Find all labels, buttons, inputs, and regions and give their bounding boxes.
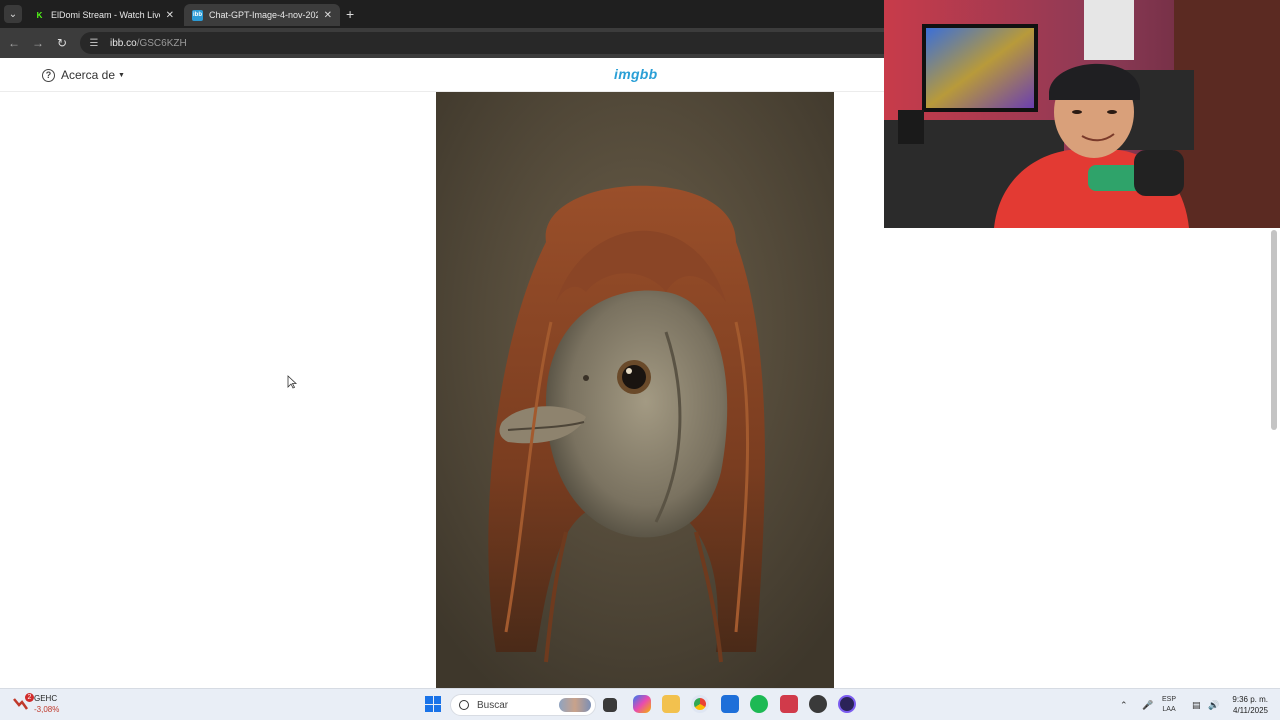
search-icon xyxy=(459,700,469,710)
lang-primary: ESP xyxy=(1162,696,1177,703)
tab-title: Chat-GPT-Image-4-nov-2025-0 xyxy=(209,10,318,20)
network-icon[interactable]: ▤ xyxy=(1192,689,1201,720)
task-view-icon[interactable] xyxy=(603,698,617,712)
forward-icon[interactable]: → xyxy=(29,34,47,52)
webcam-video xyxy=(884,0,1280,228)
store-icon[interactable] xyxy=(721,695,739,713)
windows-start-icon[interactable] xyxy=(425,696,441,712)
stock-change: -3,08% xyxy=(34,705,60,714)
reload-icon[interactable]: ↻ xyxy=(53,34,71,52)
mouse-cursor-icon xyxy=(287,375,297,389)
microphone-icon[interactable]: 🎤 xyxy=(1142,689,1153,720)
imgbb-icon: ibb xyxy=(192,9,203,21)
taskbar-clock[interactable]: 9:36 p. m. 4/11/2025 xyxy=(1228,694,1268,716)
windows-taskbar: 2 GEHC -3,08% Buscar ⌃ 🎤 ESP LAA ▤ 🔊 9:3… xyxy=(0,688,1280,720)
clock-time: 9:36 p. m. xyxy=(1232,695,1268,704)
app-icon[interactable] xyxy=(809,695,827,713)
url-host: ibb.co xyxy=(110,37,137,49)
obs-icon[interactable] xyxy=(838,695,856,713)
url-path: /GSC6KZH xyxy=(136,37,187,49)
stock-widget[interactable]: 2 GEHC -3,08% xyxy=(12,693,59,715)
about-menu[interactable]: ? Acerca de ▼ xyxy=(42,68,125,82)
stock-chart-icon: 2 xyxy=(12,693,34,713)
spotify-icon[interactable] xyxy=(750,695,768,713)
help-icon: ? xyxy=(42,68,55,82)
notification-badge: 2 xyxy=(25,693,34,702)
kick-icon: K xyxy=(34,9,45,21)
tab-eldomi-stream[interactable]: K ElDomi Stream - Watch Live on ✕ xyxy=(26,4,182,26)
caret-down-icon: ▼ xyxy=(118,71,125,79)
file-explorer-icon[interactable] xyxy=(662,695,680,713)
page-scrollbar[interactable] xyxy=(1271,230,1277,430)
stock-name: GEHC xyxy=(34,694,58,703)
close-tab-icon[interactable]: ✕ xyxy=(166,10,174,21)
close-tab-icon[interactable]: ✕ xyxy=(324,10,332,21)
image-viewer[interactable] xyxy=(436,92,834,688)
site-info-icon[interactable]: ☰ xyxy=(88,37,100,49)
fish-with-hair-image xyxy=(436,92,834,688)
clock-date: 4/11/2025 xyxy=(1233,706,1268,715)
tab-title: ElDomi Stream - Watch Live on xyxy=(51,10,160,20)
search-highlight-image xyxy=(559,698,591,712)
tab-search-icon[interactable]: ⌄ xyxy=(4,5,22,23)
volume-icon[interactable]: 🔊 xyxy=(1208,689,1219,720)
tab-imgbb-image[interactable]: ibb Chat-GPT-Image-4-nov-2025-0 ✕ xyxy=(184,4,340,26)
x-icon[interactable] xyxy=(780,695,798,713)
lang-secondary: LAA xyxy=(1162,706,1176,713)
back-icon[interactable]: ← xyxy=(5,34,23,52)
chrome-icon[interactable] xyxy=(691,695,709,713)
taskbar-search[interactable]: Buscar xyxy=(450,694,596,716)
imgbb-logo[interactable]: imgbb xyxy=(614,66,658,82)
about-label: Acerca de xyxy=(61,68,116,82)
new-tab-button[interactable]: + xyxy=(346,6,354,22)
language-indicator[interactable]: ESP LAA xyxy=(1162,695,1176,715)
screen: ⌄ K ElDomi Stream - Watch Live on ✕ ibb … xyxy=(0,0,1280,720)
copilot-icon[interactable] xyxy=(633,695,651,713)
streamer-webcam xyxy=(884,0,1280,228)
search-label: Buscar xyxy=(477,699,509,711)
show-hidden-icons[interactable]: ⌃ xyxy=(1120,689,1128,720)
